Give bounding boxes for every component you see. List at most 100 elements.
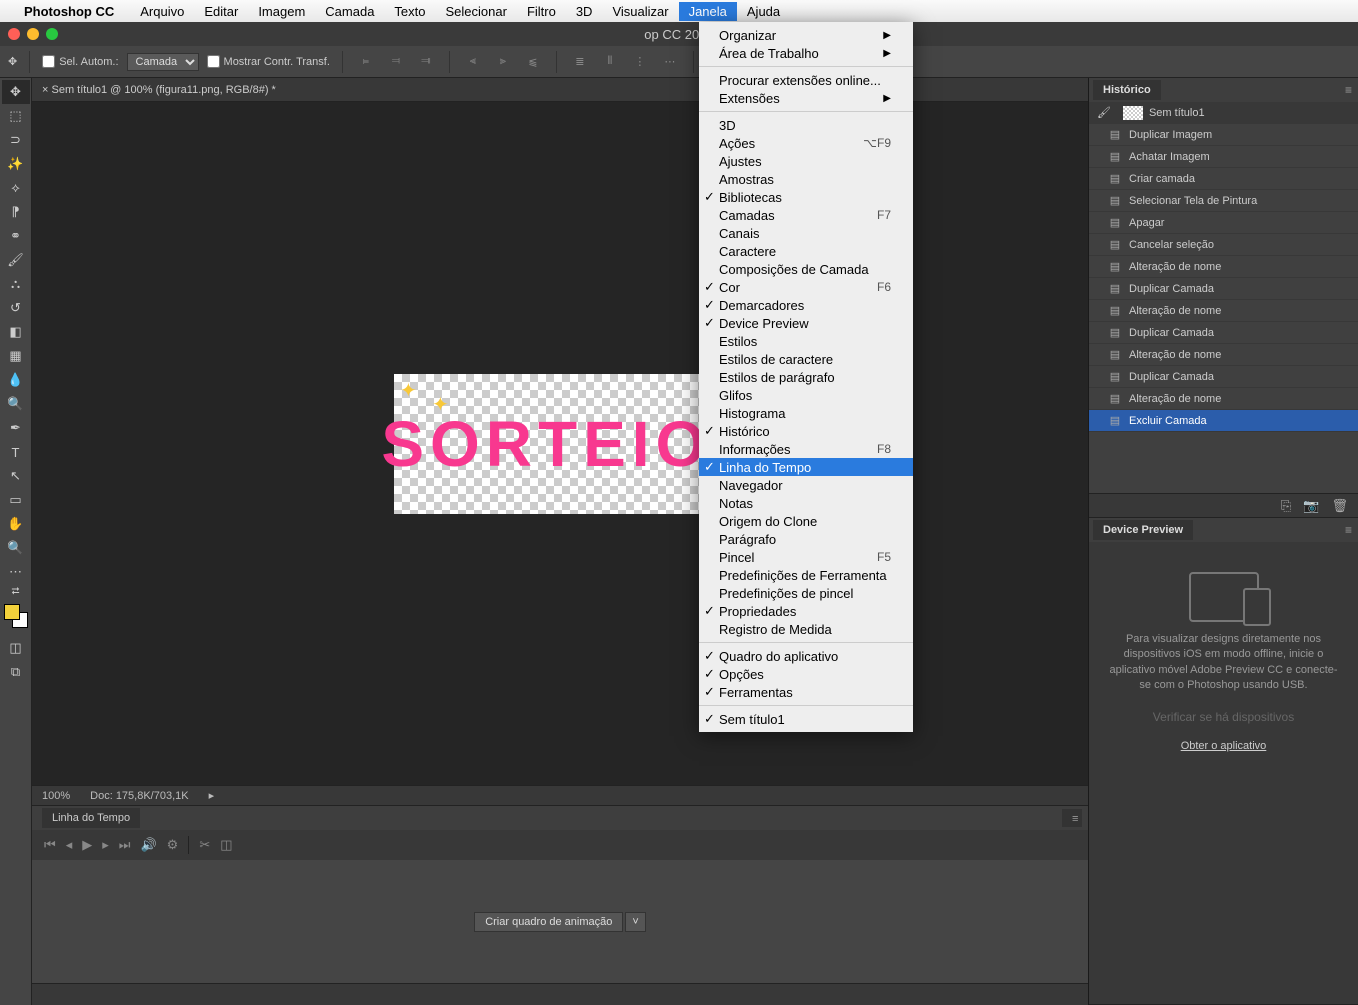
marquee-tool[interactable]: ⬚: [2, 104, 30, 128]
menu-3d[interactable]: 3D: [566, 2, 603, 21]
foreground-color[interactable]: [4, 604, 20, 620]
menu-texto[interactable]: Texto: [384, 2, 435, 21]
menu-item-predefini-es-de-ferramenta[interactable]: Predefinições de Ferramenta: [699, 566, 913, 584]
first-frame-icon[interactable]: ⏮: [44, 837, 56, 853]
menu-item-informa-es[interactable]: InformaçõesF8: [699, 440, 913, 458]
show-transform-checkbox[interactable]: Mostrar Contr. Transf.: [207, 55, 330, 68]
menu-janela[interactable]: Janela: [679, 2, 737, 21]
distribute-icon[interactable]: ⋮: [629, 51, 651, 73]
history-step[interactable]: ▤Duplicar Camada: [1089, 278, 1358, 300]
history-step[interactable]: ▤Duplicar Imagem: [1089, 124, 1358, 146]
history-step[interactable]: ▤Apagar: [1089, 212, 1358, 234]
menu-item-extens-es[interactable]: Extensões▶: [699, 89, 913, 107]
brush-tool[interactable]: 🖌: [2, 248, 30, 272]
menu-item-quadro-do-aplicativo[interactable]: ✓Quadro do aplicativo: [699, 647, 913, 665]
menu-item-demarcadores[interactable]: ✓Demarcadores: [699, 296, 913, 314]
menu-item-composi-es-de-camada[interactable]: Composições de Camada: [699, 260, 913, 278]
menu-item-procurar-extens-es-online-[interactable]: Procurar extensões online...: [699, 71, 913, 89]
menu-item-par-grafo[interactable]: Parágrafo: [699, 530, 913, 548]
transition-icon[interactable]: ◫: [220, 837, 232, 853]
history-list[interactable]: 🖌 Sem título1 ▤Duplicar Imagem▤Achatar I…: [1089, 102, 1358, 493]
history-step[interactable]: ▤Alteração de nome: [1089, 388, 1358, 410]
path-select-tool[interactable]: ↖: [2, 464, 30, 488]
menu-item-estilos-de-caractere[interactable]: Estilos de caractere: [699, 350, 913, 368]
history-step[interactable]: ▤Duplicar Camada: [1089, 322, 1358, 344]
dodge-tool[interactable]: 🔍: [2, 392, 30, 416]
zoom-window-button[interactable]: [46, 28, 58, 40]
menu-item-linha-do-tempo[interactable]: ✓Linha do Tempo: [699, 458, 913, 476]
menu-arquivo[interactable]: Arquivo: [130, 2, 194, 21]
check-devices-button[interactable]: Verificar se há dispositivos: [1153, 710, 1294, 724]
clone-tool[interactable]: ⛬: [2, 272, 30, 296]
canvas-viewport[interactable]: ✦ ✦ ✦ SORTEIO!: [32, 102, 1088, 785]
new-snapshot-icon[interactable]: 📷: [1303, 498, 1319, 514]
menu-visualizar[interactable]: Visualizar: [602, 2, 678, 21]
menu-item-cor[interactable]: ✓CorF6: [699, 278, 913, 296]
align-left-icon[interactable]: ⫷: [462, 51, 484, 73]
menu-item-caractere[interactable]: Caractere: [699, 242, 913, 260]
history-tab[interactable]: Histórico: [1093, 80, 1161, 100]
panel-menu-icon[interactable]: ≡: [1062, 809, 1082, 827]
menu-item-pincel[interactable]: PincelF5: [699, 548, 913, 566]
menu-item-bibliotecas[interactable]: ✓Bibliotecas: [699, 188, 913, 206]
menu-item-histograma[interactable]: Histograma: [699, 404, 913, 422]
distribute-h-icon[interactable]: ⦀: [599, 51, 621, 73]
blur-tool[interactable]: 💧: [2, 368, 30, 392]
quickmask-icon[interactable]: ◫: [2, 636, 30, 660]
menu-item-3d[interactable]: 3D: [699, 116, 913, 134]
menu-ajuda[interactable]: Ajuda: [737, 2, 790, 21]
menu-item-navegador[interactable]: Navegador: [699, 476, 913, 494]
lasso-tool[interactable]: ⊃: [2, 128, 30, 152]
menu-item-a-es[interactable]: Ações⌥F9: [699, 134, 913, 152]
create-animation-dropdown[interactable]: ˅: [625, 912, 645, 932]
janela-dropdown[interactable]: Organizar▶Área de Trabalho▶Procurar exte…: [699, 22, 913, 732]
history-snapshot[interactable]: 🖌 Sem título1: [1089, 102, 1358, 124]
timeline-tab[interactable]: Linha do Tempo: [42, 808, 140, 828]
distribute-v-icon[interactable]: ≣: [569, 51, 591, 73]
panel-menu-icon[interactable]: ≡: [1345, 523, 1352, 537]
eyedropper-tool[interactable]: ⁋: [2, 200, 30, 224]
menu-item-op-es[interactable]: ✓Opções: [699, 665, 913, 683]
healing-tool[interactable]: ⚭: [2, 224, 30, 248]
hand-tool[interactable]: ✋: [2, 512, 30, 536]
new-doc-from-state-icon[interactable]: ⎘: [1281, 498, 1291, 514]
menu-item-estilos-de-par-grafo[interactable]: Estilos de parágrafo: [699, 368, 913, 386]
close-window-button[interactable]: [8, 28, 20, 40]
zoom-level[interactable]: 100%: [42, 790, 70, 802]
scissors-icon[interactable]: ✂: [199, 837, 210, 853]
menu-item--rea-de-trabalho[interactable]: Área de Trabalho▶: [699, 44, 913, 62]
menu-item-hist-rico[interactable]: ✓Histórico: [699, 422, 913, 440]
prev-frame-icon[interactable]: ◂: [66, 837, 73, 853]
menu-item-origem-do-clone[interactable]: Origem do Clone: [699, 512, 913, 530]
get-app-link[interactable]: Obter o aplicativo: [1181, 740, 1267, 752]
menu-item-sem-t-tulo1[interactable]: ✓Sem título1: [699, 710, 913, 728]
distribute-icon[interactable]: ⋯: [659, 51, 681, 73]
edit-toolbar-button[interactable]: ⋯: [2, 560, 30, 584]
menu-item-glifos[interactable]: Glifos: [699, 386, 913, 404]
next-frame-icon[interactable]: ▸: [102, 837, 109, 853]
screenmode-icon[interactable]: ⧉: [2, 660, 30, 684]
auto-select-checkbox[interactable]: Sel. Autom.:: [42, 55, 118, 68]
history-step[interactable]: ▤Alteração de nome: [1089, 344, 1358, 366]
pen-tool[interactable]: ✒: [2, 416, 30, 440]
swap-colors-icon[interactable]: ⮂: [2, 584, 30, 598]
document-tab[interactable]: × Sem título1 @ 100% (figura11.png, RGB/…: [42, 84, 276, 96]
menu-item-registro-de-medida[interactable]: Registro de Medida: [699, 620, 913, 638]
history-step[interactable]: ▤Alteração de nome: [1089, 300, 1358, 322]
history-step[interactable]: ▤Achatar Imagem: [1089, 146, 1358, 168]
align-vcenter-icon[interactable]: ⫤: [385, 51, 407, 73]
align-hcenter-icon[interactable]: ⫸: [492, 51, 514, 73]
delete-state-icon[interactable]: 🗑: [1331, 498, 1348, 514]
color-swatch[interactable]: [4, 604, 28, 628]
eraser-tool[interactable]: ◧: [2, 320, 30, 344]
menu-item-amostras[interactable]: Amostras: [699, 170, 913, 188]
menu-item-ajustes[interactable]: Ajustes: [699, 152, 913, 170]
menu-item-device-preview[interactable]: ✓Device Preview: [699, 314, 913, 332]
menu-editar[interactable]: Editar: [194, 2, 248, 21]
status-arrow-icon[interactable]: ▸: [209, 789, 215, 802]
panel-menu-icon[interactable]: ≡: [1345, 83, 1352, 97]
app-name[interactable]: Photoshop CC: [24, 4, 114, 19]
history-brush-tool[interactable]: ↺: [2, 296, 30, 320]
type-tool[interactable]: T: [2, 440, 30, 464]
history-step[interactable]: ▤Cancelar seleção: [1089, 234, 1358, 256]
